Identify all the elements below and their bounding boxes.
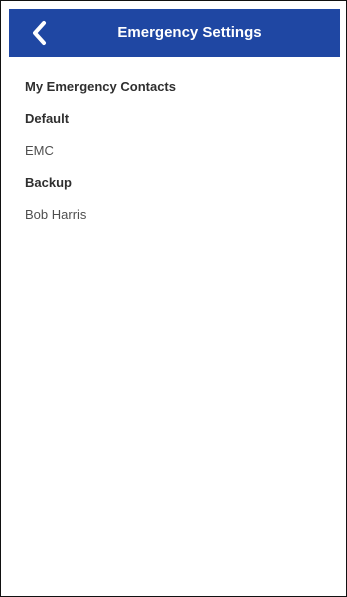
default-label: Default — [25, 111, 70, 126]
emergency-settings-screen: Emergency Settings My Emergency Contacts… — [0, 0, 347, 597]
emergency-contacts-section: My Emergency Contacts Default EMC Backup… — [25, 79, 330, 239]
backup-label: Backup — [25, 175, 72, 190]
page-title: Emergency Settings — [117, 24, 262, 41]
section-title: My Emergency Contacts — [25, 79, 176, 94]
backup-contact-value: Bob Harris — [25, 207, 87, 222]
app-header: Emergency Settings — [9, 9, 340, 57]
default-contact-value: EMC — [25, 143, 54, 158]
